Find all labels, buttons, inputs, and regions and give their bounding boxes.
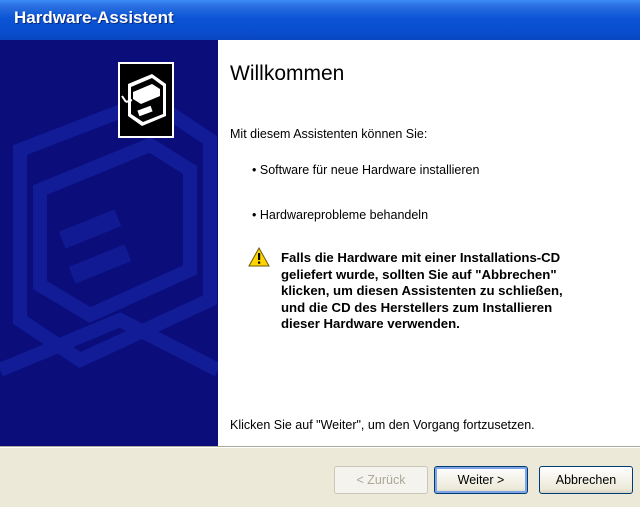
warning-line: geliefert wurde, sollten Sie auf "Abbrec…: [281, 266, 557, 282]
window-title: Hardware-Assistent: [14, 8, 174, 27]
warning-line: dieser Hardware verwenden.: [281, 316, 460, 331]
bullet-marker: •: [252, 208, 257, 222]
warning-message: Falls die Hardware mit einer Installatio…: [281, 250, 633, 333]
page-heading: Willkommen: [230, 62, 345, 85]
bullet-label: Hardwareprobleme behandeln: [259, 208, 429, 222]
wizard-window: Hardware-Assistent Willkommen Mit diesem…: [0, 0, 640, 507]
warning-icon: [248, 247, 270, 267]
next-button[interactable]: Weiter >: [434, 466, 528, 494]
bullet-item: • Hardwareprobleme behandeln: [252, 208, 428, 222]
sidebar-watermark: [0, 92, 218, 377]
warning-line: klicken, um diesen Assistenten zu schlie…: [281, 283, 563, 298]
wizard-sidebar: [0, 40, 218, 446]
button-divider: [0, 446, 640, 448]
intro-text: Mit diesem Assistenten können Sie:: [230, 127, 428, 141]
bullet-item: • Software für neue Hardware installiere…: [252, 163, 479, 177]
warning-line: Falls die Hardware mit einer Installatio…: [281, 250, 561, 265]
bullet-marker: •: [252, 163, 257, 177]
back-button[interactable]: < Zurück: [334, 466, 428, 494]
warning-line: und die CD des Herstellers zum Installie…: [281, 299, 553, 315]
continue-hint: Klicken Sie auf "Weiter", um den Vorgang…: [230, 418, 535, 432]
title-bar[interactable]: Hardware-Assistent: [0, 0, 640, 40]
hardware-box-icon: [118, 62, 174, 138]
wizard-content: Willkommen Mit diesem Assistenten können…: [218, 40, 640, 446]
cancel-button[interactable]: Abbrechen: [539, 466, 633, 494]
bullet-label: Software für neue Hardware installieren: [259, 163, 480, 177]
